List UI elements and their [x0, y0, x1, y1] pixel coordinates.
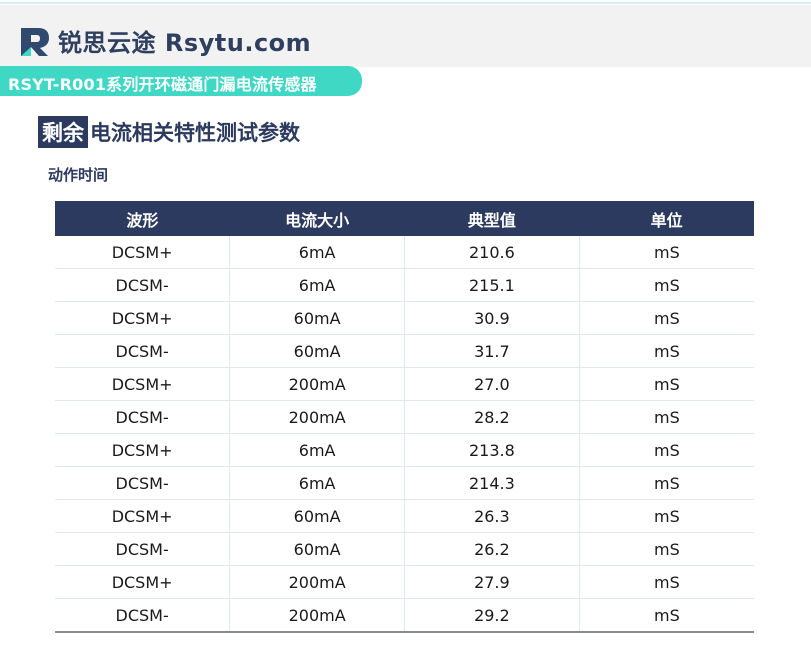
page-header: 锐思云途 Rsytu.com — [0, 5, 811, 67]
cell-typical: 215.1 — [404, 268, 580, 302]
cell-waveform: DCSM+ — [55, 301, 231, 335]
cell-current: 60mA — [229, 532, 405, 566]
cell-waveform: DCSM+ — [55, 433, 231, 467]
cell-current: 200mA — [229, 400, 405, 434]
rsytu-logo-icon — [21, 28, 49, 56]
table-row: DCSM+ 200mA 27.0 mS — [55, 367, 754, 401]
section-title-highlight: 剩余 — [38, 116, 88, 148]
cell-unit: mS — [579, 433, 754, 467]
table-row: DCSM- 60mA 31.7 mS — [55, 334, 754, 368]
cell-current: 60mA — [229, 499, 405, 533]
cell-unit: mS — [579, 499, 754, 533]
table-row: DCSM+ 60mA 26.3 mS — [55, 499, 754, 533]
table-row: DCSM- 200mA 29.2 mS — [55, 598, 754, 633]
cell-waveform: DCSM- — [55, 532, 231, 566]
cell-waveform: DCSM- — [55, 466, 231, 500]
table-header-row: 波形 电流大小 典型值 单位 — [55, 201, 754, 236]
cell-current: 6mA — [229, 466, 405, 500]
top-divider — [0, 2, 811, 4]
cell-typical: 27.0 — [404, 367, 580, 401]
cell-unit: mS — [579, 301, 754, 335]
cell-typical: 29.2 — [404, 598, 580, 633]
cell-waveform: DCSM- — [55, 334, 231, 368]
section-subtitle: 动作时间 — [48, 166, 109, 184]
cell-unit: mS — [579, 466, 754, 500]
cell-waveform: DCSM+ — [55, 499, 231, 533]
cell-current: 6mA — [229, 433, 405, 467]
table-row: DCSM+ 200mA 27.9 mS — [55, 565, 754, 599]
table-row: DCSM+ 60mA 30.9 mS — [55, 301, 754, 335]
cell-unit: mS — [579, 236, 754, 269]
cell-current: 60mA — [229, 334, 405, 368]
section-title: 剩余 电流相关特性测试参数 — [38, 116, 300, 148]
cell-unit: mS — [579, 268, 754, 302]
cell-typical: 26.3 — [404, 499, 580, 533]
cell-waveform: DCSM- — [55, 400, 231, 434]
cell-unit: mS — [579, 532, 754, 566]
cell-unit: mS — [579, 400, 754, 434]
cell-typical: 28.2 — [404, 400, 580, 434]
column-header-waveform: 波形 — [55, 201, 230, 236]
cell-current: 6mA — [229, 236, 405, 269]
column-header-current: 电流大小 — [229, 201, 405, 236]
cell-current: 200mA — [229, 598, 405, 633]
section-title-text: 电流相关特性测试参数 — [90, 121, 300, 145]
cell-current: 6mA — [229, 268, 405, 302]
product-title-bar: RSYT-R001系列开环磁通门漏电流传感器 — [0, 66, 362, 96]
cell-typical: 27.9 — [404, 565, 580, 599]
cell-typical: 26.2 — [404, 532, 580, 566]
table-row: DCSM+ 6mA 210.6 mS — [55, 236, 754, 269]
brand-name: 锐思云途 Rsytu.com — [58, 29, 312, 57]
table-row: DCSM- 6mA 214.3 mS — [55, 466, 754, 500]
cell-current: 200mA — [229, 565, 405, 599]
cell-unit: mS — [579, 367, 754, 401]
cell-waveform: DCSM+ — [55, 565, 231, 599]
cell-typical: 30.9 — [404, 301, 580, 335]
cell-current: 60mA — [229, 301, 405, 335]
table-row: DCSM+ 6mA 213.8 mS — [55, 433, 754, 467]
cell-waveform: DCSM+ — [55, 236, 231, 269]
cell-waveform: DCSM- — [55, 268, 231, 302]
cell-waveform: DCSM- — [55, 598, 231, 633]
cell-typical: 214.3 — [404, 466, 580, 500]
table-row: DCSM- 6mA 215.1 mS — [55, 268, 754, 302]
table-row: DCSM- 200mA 28.2 mS — [55, 400, 754, 434]
column-header-unit: 单位 — [579, 201, 754, 236]
cell-waveform: DCSM+ — [55, 367, 231, 401]
cell-typical: 210.6 — [404, 236, 580, 269]
cell-current: 200mA — [229, 367, 405, 401]
cell-unit: mS — [579, 565, 754, 599]
cell-unit: mS — [579, 334, 754, 368]
column-header-typical: 典型值 — [404, 201, 580, 236]
parameter-table: 波形 电流大小 典型值 单位 DCSM+ 6mA 210.6 mS DCSM- 6mA 2… — [55, 201, 754, 633]
cell-typical: 213.8 — [404, 433, 580, 467]
product-title: RSYT-R001系列开环磁通门漏电流传感器 — [8, 75, 317, 94]
table-row: DCSM- 60mA 26.2 mS — [55, 532, 754, 566]
cell-typical: 31.7 — [404, 334, 580, 368]
cell-unit: mS — [579, 598, 754, 633]
